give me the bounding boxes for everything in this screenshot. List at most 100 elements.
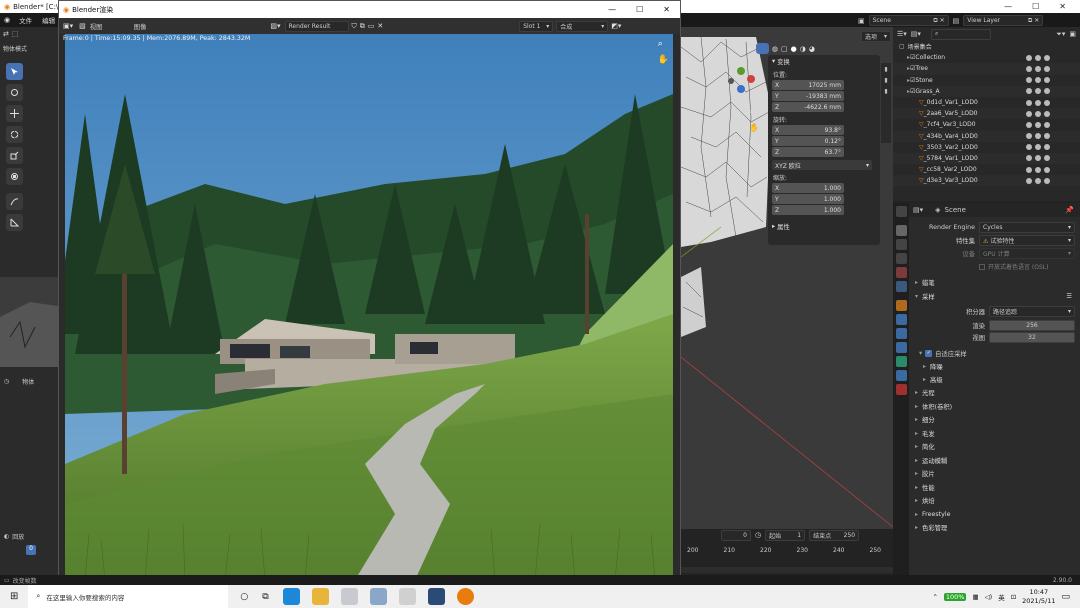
grease-pencil-section[interactable]: 蜡笔	[909, 276, 1080, 290]
rotate-tool-icon[interactable]	[6, 126, 23, 143]
unlink-icon[interactable]: ✕	[377, 22, 383, 30]
task-view-icon[interactable]: ⧉	[262, 592, 268, 602]
visibility-toggles[interactable]	[1026, 99, 1050, 106]
render-engine-dropdown[interactable]: Cycles ▾	[979, 222, 1075, 233]
outliner-row[interactable]: ▽ _7cf4_Var3_LOD0	[893, 119, 1080, 130]
select-arrow-icon[interactable]	[1026, 155, 1032, 162]
options-dropdown[interactable]: 选项 ▾	[861, 31, 891, 42]
slot-dropdown[interactable]: Slot 1 ▾	[519, 20, 554, 32]
select-arrow-icon[interactable]	[1026, 99, 1032, 106]
outliner-row[interactable]: ▸ ☑ Grass_A	[893, 85, 1080, 97]
visibility-toggles[interactable]	[1026, 121, 1050, 128]
timeline-scrollbar[interactable]	[681, 567, 893, 573]
eye-icon[interactable]	[1035, 121, 1041, 128]
clock[interactable]: 10:47 2021/5/11	[1022, 588, 1055, 606]
n-panel-tabs[interactable]: ▮ ▮ ▮	[881, 63, 891, 143]
properties-section[interactable]: 运动模糊	[909, 454, 1080, 468]
rotation-z-field[interactable]: Z 63.7°	[772, 147, 844, 157]
outliner-row[interactable]: ▸ ☑ Collection	[893, 52, 1080, 63]
viewport-samples-field[interactable]: 32	[989, 332, 1075, 343]
zoom-icon[interactable]: ⌕	[658, 39, 669, 49]
outliner-row[interactable]: ▽ _5784_Var1_LOD0	[893, 152, 1080, 165]
advanced-section[interactable]: 高级	[909, 373, 1080, 386]
eye-icon[interactable]	[1035, 144, 1041, 151]
camera-icon[interactable]	[1044, 155, 1050, 162]
start-frame-field[interactable]: 起始 1	[765, 529, 806, 541]
maximize-icon[interactable]: ☐	[1032, 2, 1039, 11]
scene-field[interactable]: Scene ⧉ ✕	[868, 15, 949, 26]
camera-icon[interactable]	[1044, 110, 1050, 117]
minimize-icon[interactable]: —	[1004, 2, 1012, 11]
blender-menu-icon[interactable]: ◉	[0, 16, 14, 24]
cursor-tool-icon[interactable]	[6, 84, 23, 101]
view-menu[interactable]: 视图	[90, 22, 126, 31]
render-tab-icon[interactable]	[895, 225, 907, 236]
blender-taskbar-icon[interactable]	[456, 588, 474, 605]
zoom-icon[interactable]: ⌕	[749, 107, 759, 117]
camera-icon[interactable]	[1044, 121, 1050, 128]
open-folder-icon[interactable]: ▭	[368, 22, 375, 30]
camera-icon[interactable]	[1044, 77, 1050, 84]
location-z-field[interactable]: Z -4622.6 mm	[772, 102, 844, 112]
outliner-row[interactable]: ▽ _3503_Var2_LOD0	[893, 142, 1080, 153]
pan-hand-icon[interactable]: ✋	[749, 123, 759, 132]
volume-icon[interactable]: ◁)	[985, 593, 993, 601]
eye-icon[interactable]	[1035, 77, 1041, 84]
close-icon[interactable]: ✕	[1059, 2, 1066, 11]
output-tab-icon[interactable]	[895, 239, 907, 250]
select-arrow-icon[interactable]	[1026, 121, 1032, 128]
eye-icon[interactable]	[1035, 99, 1041, 106]
sampling-section[interactable]: 采样☰	[909, 290, 1080, 304]
list-icon[interactable]: ☰	[1066, 293, 1072, 300]
pin-icon[interactable]: 📌	[1065, 206, 1074, 214]
scale-z-field[interactable]: Z 1.000	[772, 205, 844, 215]
fake-user-icon[interactable]: ⛉	[352, 22, 357, 31]
network-icon[interactable]: ▦	[972, 593, 978, 601]
close-icon[interactable]: ✕	[663, 5, 670, 14]
properties-section[interactable]: 烘焙	[909, 494, 1080, 508]
scene-collection-row[interactable]: ▢ 场景集合	[893, 41, 1080, 52]
visibility-toggles[interactable]	[1026, 133, 1050, 140]
object-mode-dropdown[interactable]: 物体模式	[3, 44, 27, 53]
eye-icon[interactable]	[1035, 54, 1041, 61]
denoising-section[interactable]: 降噪	[909, 360, 1080, 373]
feature-set-dropdown[interactable]: ⚠ 试验特性 ▾	[979, 235, 1075, 246]
layer-dropdown[interactable]: 合成 ▾	[556, 20, 609, 32]
modifier-tab-icon[interactable]	[895, 314, 907, 325]
integrator-dropdown[interactable]: 路径追踪 ▾	[989, 306, 1075, 317]
outliner-search-input[interactable]: ⌕	[930, 28, 991, 40]
pan-hand-icon[interactable]: ✋	[658, 55, 669, 65]
eye-icon[interactable]	[1035, 166, 1041, 173]
camera-icon[interactable]	[1044, 54, 1050, 61]
world-tab-icon[interactable]	[895, 281, 907, 292]
camera-icon[interactable]	[1044, 99, 1050, 106]
transform-section-header[interactable]: ▾ 变换	[768, 55, 880, 67]
camera-icon[interactable]	[1044, 177, 1050, 184]
ime-mode-icon[interactable]: ⊡	[1011, 593, 1016, 601]
device-dropdown[interactable]: GPU 计算 ▾	[979, 248, 1075, 259]
visibility-toggles[interactable]	[1026, 166, 1050, 173]
new-image-icon[interactable]: ⧉	[360, 22, 365, 31]
camera-icon[interactable]	[1044, 166, 1050, 173]
grid-view-icon[interactable]: ⊞	[749, 154, 759, 163]
properties-editor-icon[interactable]: ▤▾	[913, 206, 923, 214]
select-box-icon[interactable]: ⬚	[12, 30, 19, 38]
eye-icon[interactable]	[1035, 65, 1041, 72]
image-menu[interactable]: 图像	[134, 22, 147, 31]
cortana-icon[interactable]: ○	[240, 592, 248, 602]
properties-section[interactable]: 毛发	[909, 427, 1080, 441]
select-arrow-icon[interactable]	[1026, 77, 1032, 84]
properties-section-header[interactable]: ▸ 属性	[768, 220, 880, 232]
visibility-toggles[interactable]	[1026, 110, 1050, 117]
select-arrow-icon[interactable]	[1026, 54, 1032, 61]
taskbar-search-input[interactable]: ⌕ 在这里输入你要搜索的内容	[28, 585, 229, 608]
scene-tab-icon[interactable]	[895, 267, 907, 278]
transform-orientation-icon[interactable]	[755, 43, 769, 54]
store-icon[interactable]	[427, 588, 445, 605]
menu-file[interactable]: 文件	[14, 15, 37, 25]
tray-expand-icon[interactable]: ⌃	[932, 593, 937, 601]
outliner-row[interactable]: ▽ _0d1d_Var1_LOD0	[893, 97, 1080, 108]
object-tab[interactable]: 物体	[22, 377, 34, 386]
scale-tool-icon[interactable]	[6, 147, 23, 164]
outliner-row[interactable]: ▸ ☑ Stone	[893, 75, 1080, 86]
